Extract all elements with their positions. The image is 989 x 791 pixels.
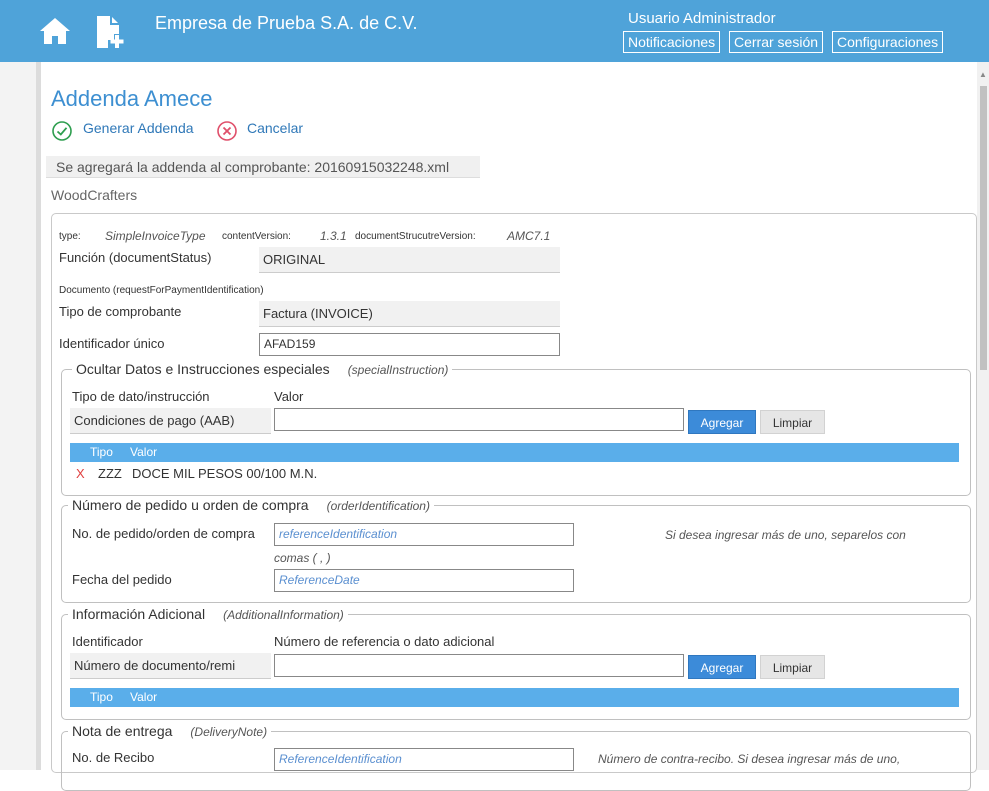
company-name: Empresa de Prueba S.A. de C.V. xyxy=(155,13,418,33)
identificador-unico-label: Identificador único xyxy=(59,336,165,351)
content-version-label: contentVersion: xyxy=(222,231,291,242)
delivery-note-legend-text: Nota de entrega xyxy=(72,723,173,739)
remove-row-icon[interactable]: X xyxy=(76,466,85,481)
additional-info-legend: Información Adicional (AdditionalInformat… xyxy=(68,606,348,622)
tipo-dato-header: Tipo de dato/instrucción xyxy=(72,389,210,404)
funcion-select[interactable]: ORIGINAL xyxy=(259,247,560,273)
generate-addenda-button[interactable]: Generar Addenda xyxy=(83,120,194,136)
type-label: type: xyxy=(59,231,81,242)
document-section-label: Documento (requestForPaymentIdentificati… xyxy=(59,285,264,296)
page-title: Addenda Amece xyxy=(51,86,213,111)
tipo-dato-select[interactable]: Condiciones de pago (AAB) xyxy=(70,408,271,434)
addenda-name: WoodCrafters xyxy=(51,187,138,203)
identificador-select[interactable]: Número de documento/remi xyxy=(70,653,271,679)
special-clear-button[interactable]: Limpiar xyxy=(760,410,825,434)
referencia-header: Número de referencia o dato adicional xyxy=(274,634,495,649)
order-number-input[interactable]: referenceIdentification xyxy=(274,523,574,546)
special-value-input[interactable] xyxy=(274,408,684,431)
check-circle-icon[interactable] xyxy=(52,121,72,141)
order-hint-cont: comas ( , ) xyxy=(274,551,331,565)
content-version-value: 1.3.1 xyxy=(320,229,347,243)
valor-header: Valor xyxy=(274,389,304,404)
notice-message: Se agregará la addenda al comprobante: 2… xyxy=(46,156,480,178)
type-value: SimpleInvoiceType xyxy=(105,229,206,243)
order-legend-code: (orderIdentification) xyxy=(326,499,430,513)
additional-add-button[interactable]: Agregar xyxy=(688,655,756,679)
additional-table-col-tipo: Tipo xyxy=(90,690,113,704)
order-number-label: No. de pedido/orden de compra xyxy=(72,526,255,541)
order-hint: Si desea ingresar más de uno, separelos … xyxy=(665,528,906,542)
cancel-button[interactable]: Cancelar xyxy=(247,120,303,136)
order-legend: Número de pedido u orden de compra (order… xyxy=(68,497,434,513)
notifications-button[interactable]: Notificaciones xyxy=(623,31,721,53)
additional-clear-button[interactable]: Limpiar xyxy=(760,655,825,679)
user-name: Usuario Administrador xyxy=(628,10,776,27)
logout-button[interactable]: Cerrar sesión xyxy=(729,31,824,53)
delivery-note-code: (DeliveryNote) xyxy=(190,725,268,739)
special-table-col-valor: Valor xyxy=(130,445,158,459)
additional-info-code: (AdditionalInformation) xyxy=(223,608,344,622)
additional-info-legend-text: Información Adicional xyxy=(72,606,206,622)
document-structure-version-label: documentStrucutreVersion: xyxy=(355,231,476,242)
row-valor: DOCE MIL PESOS 00/100 M.N. xyxy=(132,466,318,481)
receipt-number-input[interactable]: ReferenceIdentification xyxy=(274,748,574,771)
additional-table-header: Tipo Valor xyxy=(70,688,959,707)
document-structure-version-value: AMC7.1 xyxy=(507,229,551,243)
cancel-circle-icon[interactable] xyxy=(217,121,237,141)
settings-button[interactable]: Configuraciones xyxy=(832,31,944,53)
scrollbar-thumb[interactable] xyxy=(980,86,987,370)
special-instruction-legend-text: Ocultar Datos e Instrucciones especiales xyxy=(76,361,330,377)
special-instruction-legend[interactable]: Ocultar Datos e Instrucciones especiales… xyxy=(72,361,453,377)
order-legend-text: Número de pedido u orden de compra xyxy=(72,497,309,513)
identificador-unico-input[interactable]: AFAD159 xyxy=(259,333,560,356)
home-icon[interactable] xyxy=(38,16,72,46)
top-header: Empresa de Prueba S.A. de C.V. Usuario A… xyxy=(0,0,989,62)
identificador-header: Identificador xyxy=(72,634,143,649)
special-instruction-code: (specialInstruction) xyxy=(347,363,449,377)
receipt-hint: Número de contra-recibo. Si desea ingres… xyxy=(598,752,901,766)
delivery-note-legend: Nota de entrega (DeliveryNote) xyxy=(68,723,272,739)
funcion-label: Función (documentStatus) xyxy=(59,250,212,265)
receipt-number-label: No. de Recibo xyxy=(72,750,155,765)
new-document-icon[interactable] xyxy=(94,14,128,50)
tipo-comprobante-select[interactable]: Factura (INVOICE) xyxy=(259,301,560,327)
special-add-button[interactable]: Agregar xyxy=(688,410,756,434)
special-table-col-tipo: Tipo xyxy=(90,445,113,459)
order-date-label: Fecha del pedido xyxy=(72,572,172,587)
additional-value-input[interactable] xyxy=(274,654,684,677)
order-date-input[interactable]: ReferenceDate xyxy=(274,569,574,592)
left-sidebar xyxy=(0,62,36,770)
row-tipo: ZZZ xyxy=(98,466,122,481)
special-table-header: Tipo Valor xyxy=(70,443,959,462)
tipo-comprobante-label: Tipo de comprobante xyxy=(59,304,182,319)
scroll-up-arrow-icon[interactable]: ▲ xyxy=(979,70,987,79)
sidebar-divider xyxy=(36,62,41,770)
additional-table-col-valor: Valor xyxy=(130,690,158,704)
